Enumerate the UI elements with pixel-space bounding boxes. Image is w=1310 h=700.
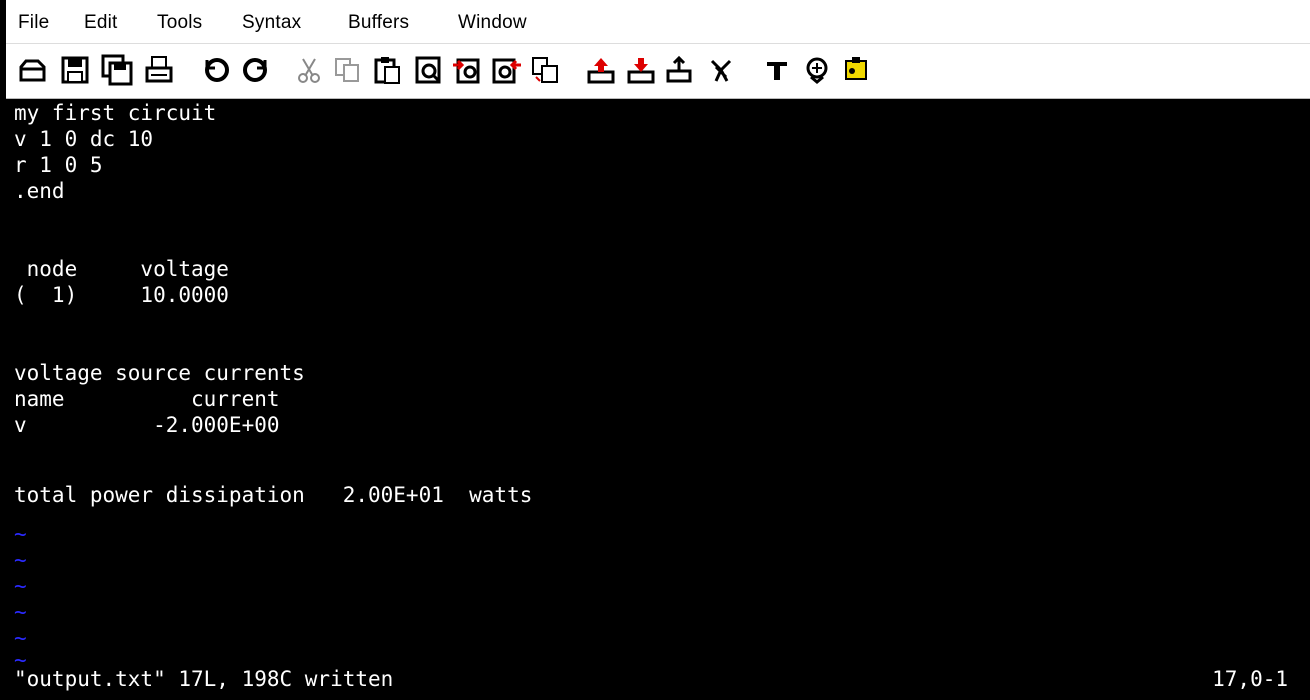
editor-line: total power dissipation 2.00E+01 watts: [14, 483, 533, 507]
menu-buffers[interactable]: Buffers: [348, 12, 409, 34]
editor-area[interactable]: my first circuit v 1 0 dc 10 r 1 0 5 .en…: [0, 99, 1310, 672]
editor-line: .end: [14, 179, 65, 203]
redo-icon[interactable]: [238, 53, 272, 87]
menu-bar: File Edit Tools Syntax Buffers Window: [0, 0, 1310, 44]
empty-line-marker: ~: [14, 522, 27, 546]
menu-window[interactable]: Window: [458, 12, 527, 34]
menu-file[interactable]: File: [18, 12, 49, 34]
save-icon[interactable]: [58, 53, 92, 87]
toolbar: [0, 44, 1310, 99]
editor-line: v -2.000E+00: [14, 413, 280, 437]
copy-icon[interactable]: [330, 53, 364, 87]
menu-edit[interactable]: Edit: [84, 12, 118, 34]
menu-syntax[interactable]: Syntax: [242, 12, 301, 34]
save-all-icon[interactable]: [100, 53, 134, 87]
open-icon[interactable]: [16, 53, 50, 87]
print-icon[interactable]: [142, 53, 176, 87]
find-next-icon[interactable]: [450, 53, 484, 87]
shell-icon[interactable]: [760, 53, 794, 87]
replace-icon[interactable]: [528, 53, 562, 87]
editor-line: voltage source currents: [14, 361, 305, 385]
ctags-icon[interactable]: [800, 53, 834, 87]
menu-tools[interactable]: Tools: [157, 12, 202, 34]
editor-line: r 1 0 5: [14, 153, 103, 177]
window-edge: [0, 0, 6, 44]
help-icon[interactable]: [840, 53, 874, 87]
status-message: "output.txt" 17L, 198C written: [14, 667, 394, 691]
empty-line-marker: ~: [14, 548, 27, 572]
status-line: "output.txt" 17L, 198C written 17,0-1: [0, 667, 1310, 700]
find-icon[interactable]: [412, 53, 446, 87]
window-edge: [0, 44, 6, 99]
paste-icon[interactable]: [370, 53, 404, 87]
empty-line-marker: ~: [14, 574, 27, 598]
editor-line: v 1 0 dc 10: [14, 127, 154, 151]
save-session-icon[interactable]: [624, 53, 658, 87]
find-prev-icon[interactable]: [490, 53, 524, 87]
editor-line: name current: [14, 387, 280, 411]
cursor-position: 17,0-1: [1212, 667, 1288, 691]
editor-line: node voltage: [14, 257, 229, 281]
cut-icon[interactable]: [292, 53, 326, 87]
editor-line: ( 1) 10.0000: [14, 283, 229, 307]
load-session-icon[interactable]: [584, 53, 618, 87]
editor-line: my first circuit: [14, 101, 217, 125]
run-script-icon[interactable]: [662, 53, 696, 87]
empty-line-marker: ~: [14, 600, 27, 624]
undo-icon[interactable]: [200, 53, 234, 87]
make-icon[interactable]: [704, 53, 738, 87]
